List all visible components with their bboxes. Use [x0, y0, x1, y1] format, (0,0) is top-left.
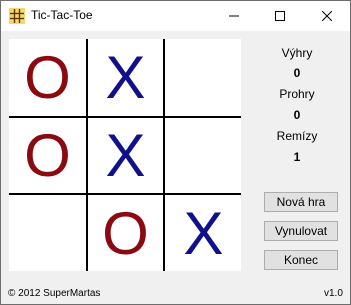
- close-icon: [322, 11, 332, 21]
- maximize-button[interactable]: [257, 1, 303, 31]
- losses-label: Prohry: [279, 87, 315, 101]
- cell-mark: O: [24, 43, 71, 111]
- board-cell[interactable]: O: [87, 195, 164, 272]
- cell-mark: X: [183, 199, 224, 267]
- cell-mark: O: [24, 121, 71, 189]
- cell-mark: O: [102, 199, 149, 267]
- wins-value: 0: [293, 66, 301, 80]
- window-title: Tic-Tac-Toe: [31, 8, 93, 22]
- draws-value: 1: [293, 150, 301, 164]
- quit-button[interactable]: Konec: [264, 250, 338, 270]
- board-cell[interactable]: X: [87, 39, 164, 116]
- cell-mark: X: [105, 121, 146, 189]
- losses-value: 0: [293, 108, 301, 122]
- maximize-icon: [275, 11, 285, 21]
- board-cell[interactable]: O: [9, 39, 86, 116]
- board-cell[interactable]: [165, 39, 242, 116]
- minimize-icon: [229, 15, 239, 17]
- draws-label: Remízy: [276, 129, 318, 143]
- board-cell[interactable]: X: [165, 195, 242, 272]
- wins-label: Výhry: [281, 46, 313, 60]
- app-window: Tic-Tac-Toe O X O X O X Výhry 0 Prohry 0…: [0, 0, 351, 305]
- copyright-text: © 2012 SuperMartas: [8, 288, 101, 299]
- reset-button[interactable]: Vynulovat: [264, 221, 338, 241]
- new-game-button[interactable]: Nová hra: [264, 192, 338, 212]
- board-cell[interactable]: O: [9, 117, 86, 194]
- version-text: v1.0: [324, 288, 343, 299]
- close-button[interactable]: [304, 1, 350, 31]
- board-cell[interactable]: [9, 195, 86, 272]
- minimize-button[interactable]: [211, 1, 257, 31]
- tic-tac-toe-icon: [9, 8, 25, 24]
- board-cell[interactable]: [165, 117, 242, 194]
- cell-mark: X: [105, 43, 146, 111]
- board-cell[interactable]: X: [87, 117, 164, 194]
- game-board: O X O X O X: [9, 39, 241, 271]
- title-bar: Tic-Tac-Toe: [1, 1, 350, 31]
